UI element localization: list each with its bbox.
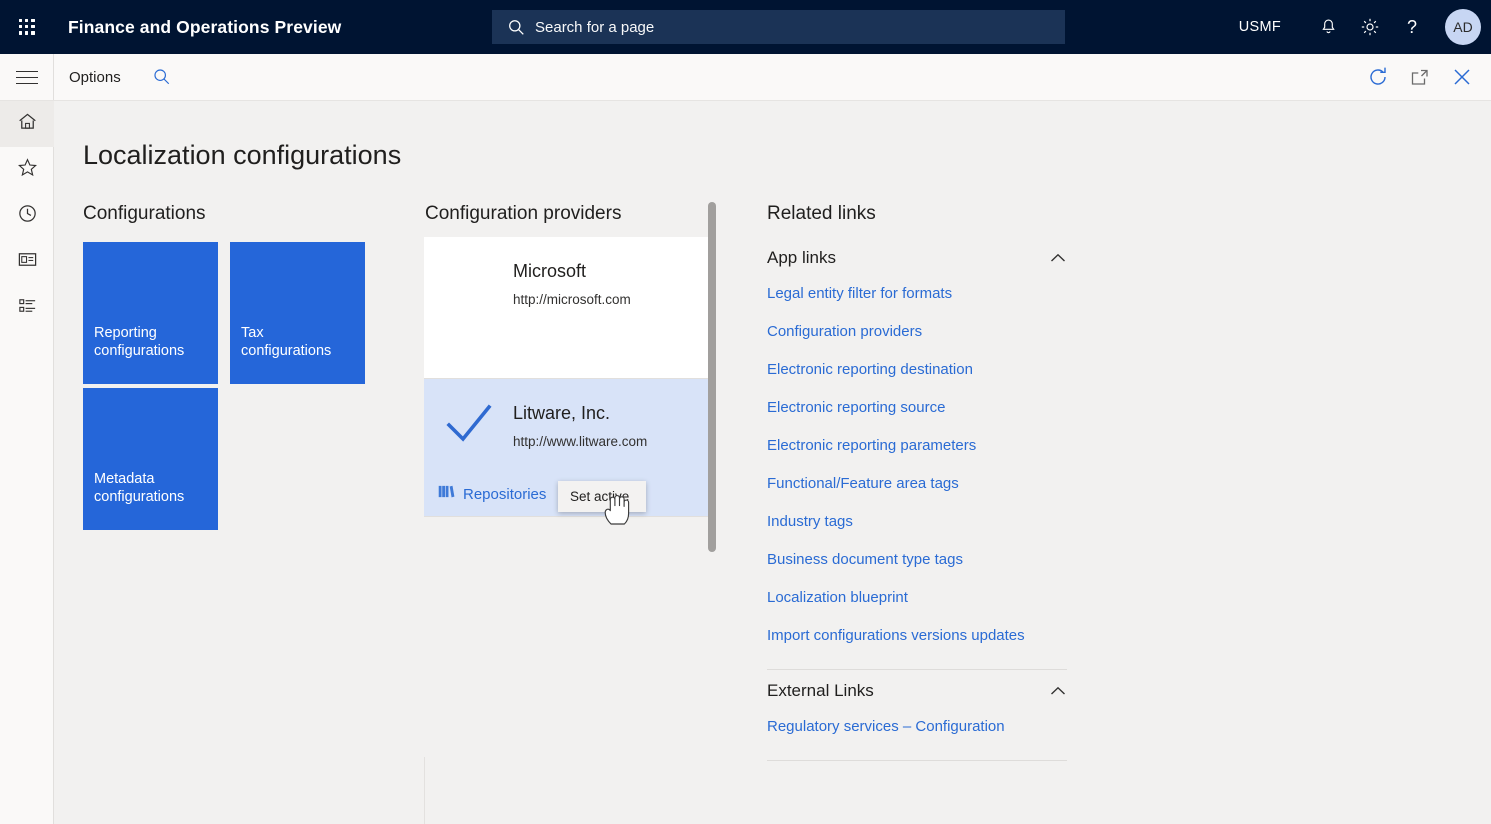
- link-legal-entity-filter-for-formats[interactable]: Legal entity filter for formats: [767, 275, 1067, 313]
- list-icon: [17, 295, 38, 321]
- sidebar-item-recent[interactable]: [0, 193, 54, 239]
- app-title: Finance and Operations Preview: [68, 16, 342, 37]
- tile-label: Tax configurations: [241, 325, 332, 359]
- refresh-icon[interactable]: [1357, 54, 1399, 100]
- related-links-divider: [767, 669, 1067, 670]
- link-business-document-type-tags[interactable]: Business document type tags: [767, 541, 1067, 579]
- link-industry-tags[interactable]: Industry tags: [767, 503, 1067, 541]
- star-icon: [17, 157, 38, 183]
- avatar[interactable]: AD: [1445, 9, 1481, 45]
- app-launcher-icon[interactable]: [0, 0, 54, 54]
- provider-name: Microsoft: [513, 261, 587, 281]
- link-regulatory-services-configuration[interactable]: Regulatory services – Configuration: [767, 708, 1067, 746]
- bell-icon[interactable]: [1307, 0, 1349, 54]
- svg-text:?: ?: [1407, 17, 1417, 37]
- tile-tax-configurations[interactable]: Tax configurations: [230, 242, 365, 384]
- sidebar-item-home[interactable]: [0, 101, 54, 147]
- home-icon: [17, 111, 38, 137]
- provider-url: http://www.litware.com: [513, 434, 648, 449]
- related-links-panel: App links Legal entity filter for format…: [767, 237, 1067, 765]
- link-import-configurations-versions-updates[interactable]: Import configurations versions updates: [767, 617, 1067, 655]
- providers-empty-area: [424, 517, 714, 757]
- workspace-icon: [17, 249, 38, 275]
- gear-icon[interactable]: [1349, 0, 1391, 54]
- clock-icon: [17, 203, 38, 229]
- search-icon[interactable]: [153, 68, 171, 86]
- close-icon[interactable]: [1441, 54, 1483, 100]
- tile-label: Reporting configurations: [94, 325, 185, 359]
- link-configuration-providers[interactable]: Configuration providers: [767, 313, 1067, 351]
- context-menu: Set active: [558, 481, 646, 512]
- related-links-divider-bottom: [767, 760, 1067, 761]
- context-menu-item-set-active[interactable]: Set active: [558, 489, 629, 504]
- related-links-heading: Related links: [767, 203, 876, 224]
- configurations-heading: Configurations: [83, 203, 206, 224]
- chevron-up-icon[interactable]: [1049, 249, 1067, 267]
- providers-scrollbar-thumb[interactable]: [708, 202, 716, 552]
- chevron-up-icon[interactable]: [1049, 682, 1067, 700]
- link-electronic-reporting-parameters[interactable]: Electronic reporting parameters: [767, 427, 1067, 465]
- sidebar-item-modules[interactable]: [0, 285, 54, 331]
- global-search-input[interactable]: Search for a page: [492, 10, 1065, 44]
- search-icon: [508, 19, 525, 36]
- top-navigation-bar: Finance and Operations Preview Search fo…: [0, 0, 1491, 54]
- tile-reporting-configurations[interactable]: Reporting configurations: [83, 242, 218, 384]
- related-group-title: External Links: [767, 681, 874, 700]
- options-button[interactable]: Options: [69, 69, 121, 86]
- repositories-row: Repositories: [438, 484, 546, 504]
- left-navigation-rail: [0, 101, 54, 824]
- link-electronic-reporting-destination[interactable]: Electronic reporting destination: [767, 351, 1067, 389]
- workspace: Localization configurations Configuratio…: [55, 101, 1491, 824]
- tile-label: Metadata configurations: [94, 471, 185, 505]
- top-bar-actions: USMF ? AD: [1239, 0, 1491, 54]
- global-search-placeholder: Search for a page: [535, 18, 655, 36]
- related-group-app-links[interactable]: App links: [767, 241, 1067, 275]
- sidebar-item-workspaces[interactable]: [0, 239, 54, 285]
- books-icon: [438, 484, 455, 504]
- provider-name: Litware, Inc.: [513, 403, 611, 423]
- configuration-providers-heading: Configuration providers: [425, 203, 622, 224]
- command-bar: Options: [0, 54, 1491, 101]
- tile-metadata-configurations[interactable]: Metadata configurations: [83, 388, 218, 530]
- open-in-new-window-icon[interactable]: [1399, 54, 1441, 100]
- link-localization-blueprint[interactable]: Localization blueprint: [767, 579, 1067, 617]
- provider-url: http://microsoft.com: [513, 292, 631, 307]
- link-electronic-reporting-source[interactable]: Electronic reporting source: [767, 389, 1067, 427]
- repositories-link[interactable]: Repositories: [463, 486, 546, 503]
- checkmark-icon: [446, 401, 492, 450]
- sidebar-item-favorites[interactable]: [0, 147, 54, 193]
- provider-card-microsoft[interactable]: Microsoft http://microsoft.com: [424, 237, 712, 379]
- company-selector[interactable]: USMF: [1239, 19, 1281, 35]
- related-group-external-links[interactable]: External Links: [767, 674, 1067, 708]
- page-title: Localization configurations: [83, 140, 402, 170]
- command-bar-actions: [1357, 54, 1483, 100]
- related-group-title: App links: [767, 248, 836, 267]
- configuration-providers-list: Microsoft http://microsoft.com Litware, …: [424, 237, 714, 824]
- hamburger-icon[interactable]: [0, 54, 54, 100]
- link-functional-feature-area-tags[interactable]: Functional/Feature area tags: [767, 465, 1067, 503]
- question-mark-icon[interactable]: ?: [1391, 0, 1433, 54]
